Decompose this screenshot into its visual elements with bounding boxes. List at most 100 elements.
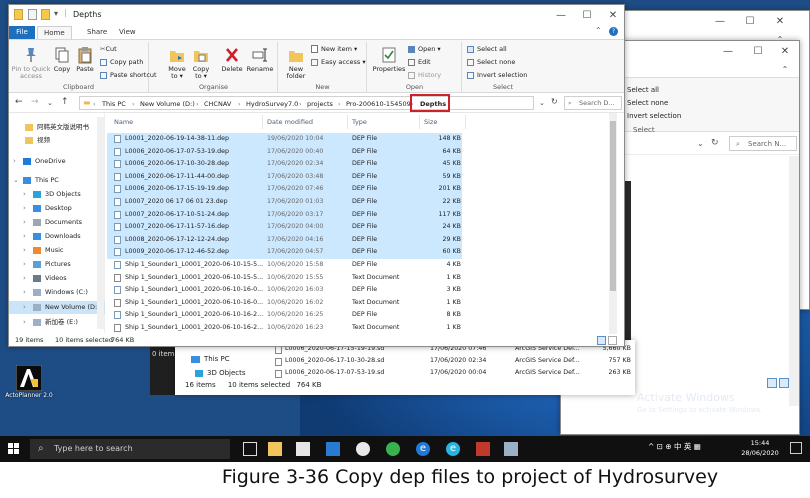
tab-file[interactable]: File [9, 26, 35, 39]
column-divider[interactable] [347, 115, 348, 129]
cut-button[interactable]: ✂ Cut [100, 45, 117, 53]
pin-quick-access-button[interactable]: Pin to Quick access [11, 46, 51, 80]
breadcrumb-hydrosurvey[interactable]: HydroSurvey7.0 [246, 100, 298, 108]
file-row[interactable]: L0007_2020 06 17 06 01 23.dep 17/06/2020 … [107, 196, 462, 209]
column-header-date[interactable]: Date modified [267, 118, 313, 126]
column-header-name[interactable]: Name [114, 118, 133, 126]
ie-icon[interactable]: e [446, 442, 460, 456]
app-icon-green[interactable] [386, 442, 400, 456]
breadcrumb-this-pc[interactable]: This PC [102, 100, 126, 108]
expand-chevron-icon[interactable]: › [23, 272, 26, 285]
paste-button[interactable]: Paste [74, 46, 96, 73]
chevron-down-icon[interactable]: ⌄ [697, 139, 704, 148]
desktop-shortcut-actoplanner[interactable]: ActoPlanner 2.0 [4, 365, 54, 399]
tab-share[interactable]: Share [81, 26, 113, 39]
maximize-button[interactable]: ☐ [738, 15, 762, 29]
breadcrumb-chcnav[interactable]: CHCNAV [204, 100, 231, 108]
breadcrumb-new-volume[interactable]: New Volume (D:) [140, 100, 195, 108]
select-all-button[interactable]: Select all [467, 45, 507, 53]
file-row[interactable]: L0006_2020-06-17-07-53-19.dep 17/06/2020 … [107, 145, 462, 159]
new-folder-button[interactable]: New folder [283, 46, 309, 80]
expand-chevron-icon[interactable]: ⌄ [13, 174, 19, 187]
back-arrow-icon[interactable]: ← [15, 97, 23, 107]
breadcrumb-project[interactable]: Pro-200610-154509 [346, 100, 411, 108]
nav-item[interactable]: ⌄ This PC [9, 174, 105, 187]
new-folder-quick-icon[interactable] [41, 9, 50, 20]
expand-chevron-icon[interactable]: › [23, 202, 26, 215]
expand-chevron-icon[interactable]: › [23, 244, 26, 257]
minimize-button[interactable]: — [716, 45, 740, 59]
file-row[interactable]: L0006_2020-06-17-07-53-19.sd 17/06/2020 0… [275, 368, 631, 379]
easy-access-button[interactable]: Easy access ▾ [311, 58, 366, 66]
customize-quick-access-icon[interactable]: ▾ [54, 9, 58, 18]
expand-ribbon-icon[interactable]: ⌃ [773, 63, 797, 77]
expand-chevron-icon[interactable]: › [23, 230, 26, 243]
new-item-button[interactable]: New item ▾ [311, 45, 357, 53]
refresh-icon[interactable]: ↻ [551, 97, 558, 106]
delete-button[interactable]: Delete [220, 46, 244, 73]
nav-item[interactable]: › Documents [9, 216, 105, 229]
close-icon[interactable]: ✕ [768, 15, 792, 29]
file-row[interactable]: L0007_2020-06-17-10-51-24.dep 17/06/2020 … [107, 208, 462, 222]
forward-arrow-icon[interactable]: → [31, 97, 39, 107]
nav-item-3d-objects[interactable]: 3D Objects [195, 369, 246, 377]
column-header-type[interactable]: Type [352, 118, 367, 126]
vertical-scrollbar[interactable] [789, 156, 799, 406]
open-button[interactable]: Open ▾ [408, 45, 441, 53]
minimize-button[interactable]: — [549, 9, 573, 23]
maximize-button[interactable]: ☐ [746, 45, 770, 59]
select-all-button[interactable]: Select all [627, 86, 659, 94]
file-row[interactable]: L0006_2020-06-17-11-44-00.dep 17/06/2020 … [107, 170, 462, 184]
file-row[interactable]: Ship 1_Sounder1_L0001_2020-06-10-16-0...… [107, 297, 462, 310]
edit-button[interactable]: Edit [408, 58, 431, 66]
file-row[interactable]: Ship 1_Sounder1_L0001_2020-06-10-16-0...… [107, 284, 462, 297]
nav-item[interactable]: 视频 [9, 134, 105, 147]
column-header-size[interactable]: Size [424, 118, 437, 126]
nav-item[interactable]: › Pictures [9, 258, 105, 271]
select-none-button[interactable]: Select none [627, 99, 668, 107]
search-field[interactable]: ⌕ Search D... [564, 96, 622, 110]
nav-item[interactable]: › 新加卷 (E:) [9, 316, 105, 329]
minimize-button[interactable]: — [708, 15, 732, 29]
task-view-icon[interactable] [243, 442, 257, 456]
nav-item[interactable]: › OneDrive [9, 155, 105, 168]
paste-shortcut-button[interactable]: Paste shortcut [100, 71, 157, 79]
vertical-scrollbar[interactable] [609, 113, 617, 335]
file-row[interactable]: L0001_2020-06-19-14-38-11.dep 19/06/2020 … [107, 133, 462, 146]
close-icon[interactable]: ✕ [773, 45, 797, 59]
system-tray[interactable]: ^ ⊡ ⊕ 中 英 ▦ [648, 441, 701, 452]
nav-item[interactable]: › New Volume (D:) [9, 301, 105, 314]
nav-scrollbar[interactable] [97, 117, 104, 329]
file-row[interactable]: Ship 1_Sounder1_L0001_2020-06-10-16-2...… [107, 322, 462, 335]
file-row[interactable]: Ship 1_Sounder1_L0001_2020-06-10-16-2...… [107, 309, 462, 322]
history-button[interactable]: History [408, 71, 441, 79]
column-divider[interactable] [465, 115, 466, 129]
copy-button[interactable]: Copy [51, 46, 73, 73]
invert-selection-button[interactable]: Invert selection [627, 112, 681, 120]
rename-button[interactable]: Rename [246, 46, 274, 73]
file-row[interactable]: L0009_2020-06-17-12-46-52.dep 17/06/2020 … [107, 246, 462, 259]
chevron-down-icon[interactable]: ⌄ [539, 99, 545, 107]
chrome-icon[interactable] [356, 442, 370, 456]
nav-item[interactable]: › 3D Objects [9, 188, 105, 201]
tab-home[interactable]: Home [37, 26, 72, 39]
nav-item[interactable]: › Windows (C:) [9, 286, 105, 299]
file-row[interactable]: L0008_2020-06-17-12-12-24.dep 17/06/2020 … [107, 233, 462, 247]
nav-item-this-pc[interactable]: This PC [191, 355, 230, 363]
details-view-icon[interactable] [767, 378, 777, 388]
explorer-window[interactable]: ▾ | Depths — ☐ ✕ File Home Share View ⌃ … [8, 4, 625, 347]
file-row[interactable]: Ship 1_Sounder1_L0001_2020-06-10-15-5...… [107, 272, 462, 285]
expand-chevron-icon[interactable]: › [23, 188, 26, 201]
file-explorer-icon[interactable] [268, 442, 282, 456]
nav-item[interactable]: › Desktop [9, 202, 105, 215]
address-field[interactable]: ▬ › This PC › New Volume (D:) › CHCNAV ›… [79, 94, 534, 112]
column-divider[interactable] [419, 115, 420, 129]
tiles-view-icon[interactable] [779, 378, 789, 388]
file-row[interactable]: L0006_2020-06-17-10-30-28.sd 17/06/2020 0… [275, 356, 631, 367]
clock[interactable]: 15:44 28/06/2020 [740, 438, 780, 458]
properties-button[interactable]: Properties [372, 46, 406, 73]
invert-selection-button[interactable]: Invert selection [467, 71, 527, 79]
file-row[interactable]: L0006_2020-06-17-10-30-28.dep 17/06/2020 … [107, 158, 462, 171]
file-row[interactable]: Ship 1_Sounder1_L0001_2020-06-10-15-5...… [107, 259, 462, 272]
app-icon-grey[interactable] [504, 442, 518, 456]
